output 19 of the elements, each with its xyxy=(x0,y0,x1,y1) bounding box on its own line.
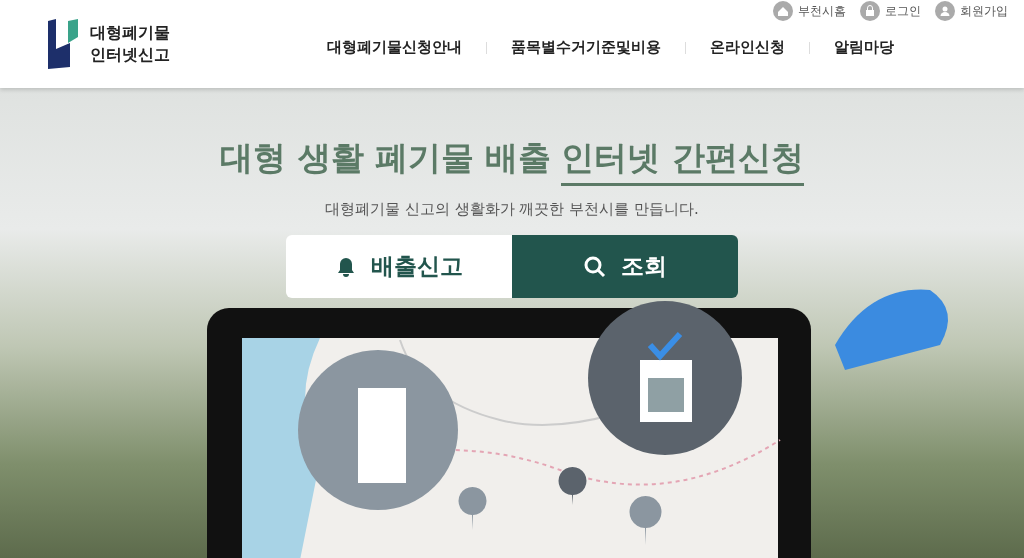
link-label: 회원가입 xyxy=(960,2,1008,20)
link-label: 로그인 xyxy=(885,2,921,20)
hero-subtitle: 대형폐기물 신고의 생활화가 깨끗한 부천시를 만듭니다. xyxy=(325,200,699,219)
link-label: 부천시홈 xyxy=(798,2,846,20)
nav-item[interactable]: 품목별수거기준및비용 xyxy=(487,38,685,57)
bell-icon xyxy=(335,255,357,278)
nav-item[interactable]: 알림마당 xyxy=(810,38,918,57)
utility-link[interactable]: 로그인 xyxy=(860,1,921,21)
nav-item[interactable]: 대형폐기물신청안내 xyxy=(303,38,486,57)
search-icon xyxy=(583,254,607,279)
search-button[interactable]: 조회 xyxy=(512,235,738,298)
report-button[interactable]: 배출신고 xyxy=(286,235,512,298)
title-highlight: 인터넷 간편신청 xyxy=(561,136,804,186)
utility-link[interactable]: 부천시홈 xyxy=(773,1,846,21)
title-text: 대형 생활 폐기물 배출 xyxy=(220,137,552,179)
logo-text: 대형폐기물 인터넷신고 xyxy=(90,22,170,66)
utility-link[interactable]: 회원가입 xyxy=(935,1,1008,21)
logo-icon xyxy=(46,19,80,69)
nav-item[interactable]: 온라인신청 xyxy=(686,38,809,57)
